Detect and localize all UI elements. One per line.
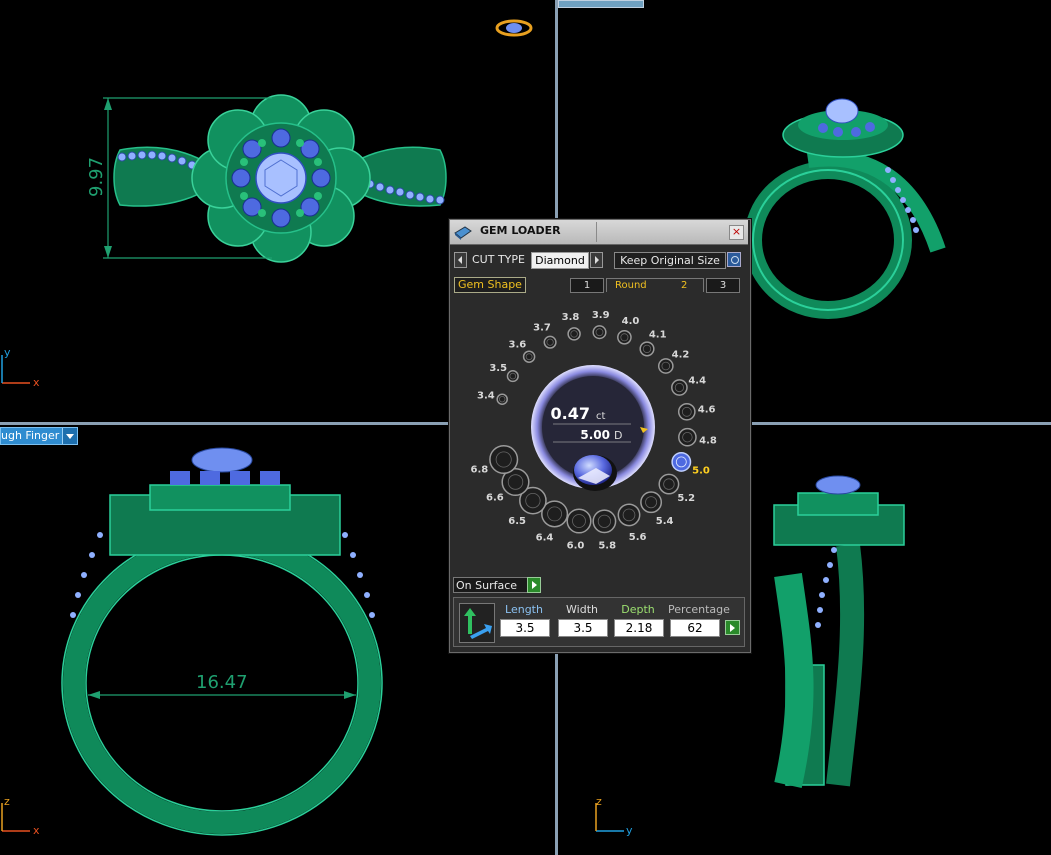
axis-y-label: y	[626, 824, 633, 837]
size-label-6.5: 6.5	[508, 516, 526, 527]
apply-dimensions-button[interactable]	[725, 620, 740, 635]
tab-round-label: Round	[615, 280, 647, 291]
tab-1[interactable]: 1	[570, 278, 604, 293]
on-surface-option[interactable]: On Surface	[453, 577, 541, 593]
size-label-5.8: 5.8	[598, 540, 616, 551]
size-option-4.0[interactable]	[617, 329, 632, 345]
depth-input[interactable]: 2.18	[614, 619, 664, 637]
length-input[interactable]: 3.5	[500, 619, 550, 637]
size-label-5.2: 5.2	[677, 493, 695, 504]
size-label-4.4: 4.4	[688, 375, 706, 386]
size-option-4.1[interactable]	[639, 341, 655, 357]
tab-round[interactable]: Round 2	[606, 278, 704, 292]
gem-loader-icon	[454, 226, 472, 240]
width-input[interactable]: 3.5	[558, 619, 608, 637]
diameter-unit: D	[614, 429, 622, 442]
size-option-3.7[interactable]	[543, 335, 557, 349]
gem-shape-tabs: Gem Shape 1 Round 2 3	[454, 277, 744, 293]
size-label-3.7: 3.7	[533, 322, 551, 333]
size-option-5.8[interactable]	[592, 509, 617, 534]
size-label-3.9: 3.9	[592, 310, 610, 321]
size-option-3.5[interactable]	[506, 370, 519, 383]
size-label-6.0: 6.0	[567, 541, 585, 552]
on-surface-play-button[interactable]	[527, 577, 541, 593]
carat-unit: ct	[596, 411, 605, 422]
gem-loader-panel[interactable]: GEM LOADER × CUT TYPE Diamond Keep Origi…	[449, 219, 751, 653]
cut-type-value[interactable]: Diamond	[531, 252, 589, 269]
axis-z-label: z	[596, 795, 602, 808]
axis-y-label: y	[4, 346, 11, 359]
size-option-3.9[interactable]	[592, 325, 607, 340]
size-label-3.4: 3.4	[477, 390, 495, 401]
dimension-label-height: 9.97	[86, 156, 107, 197]
resize-arrows-icon[interactable]	[459, 603, 495, 643]
gem-loader-titlebar[interactable]: GEM LOADER ×	[450, 220, 748, 245]
depth-label: Depth	[621, 603, 655, 616]
size-option-5.0[interactable]	[671, 451, 692, 472]
dimension-label-diameter: 16.47	[196, 672, 248, 693]
size-label-6.4: 6.4	[536, 533, 554, 544]
size-label-3.5: 3.5	[489, 363, 507, 374]
axis-x-label: x	[33, 376, 40, 389]
tab-round-number: 2	[681, 280, 688, 291]
gem-size-wheel[interactable]: 3.4 3.5 3.6 3.7 3.8 3.9 4.0 4.1 4.2 4.4 4.6 4.8 5.0 5…	[450, 296, 748, 576]
size-option-6.8[interactable]	[489, 444, 519, 475]
percentage-label: Percentage	[668, 603, 730, 616]
size-label-6.8: 6.8	[471, 464, 489, 475]
view-gizmo-icon	[495, 19, 533, 37]
size-label-3.8: 3.8	[562, 312, 580, 323]
titlebar-separator	[596, 222, 597, 242]
cut-type-label: CUT TYPE	[472, 253, 525, 266]
size-label-4.1: 4.1	[649, 329, 667, 340]
cut-type-prev-button[interactable]	[454, 252, 467, 268]
size-label-4.0: 4.0	[622, 316, 640, 327]
size-option-3.6[interactable]	[522, 350, 536, 363]
size-option-4.6[interactable]	[677, 402, 696, 421]
size-option-4.4[interactable]	[671, 379, 688, 396]
size-label-5.0: 5.0	[692, 466, 710, 477]
carat-value: 0.47	[551, 404, 590, 423]
size-label-4.8: 4.8	[699, 436, 717, 447]
size-label-6.6: 6.6	[486, 493, 504, 504]
cut-type-next-button[interactable]	[590, 252, 603, 268]
length-label: Length	[505, 603, 543, 616]
size-option-5.6[interactable]	[617, 503, 641, 527]
round-diamond-icon	[573, 455, 617, 491]
size-label-4.2: 4.2	[672, 350, 690, 361]
size-option-4.2[interactable]	[657, 358, 674, 374]
size-label-3.6: 3.6	[509, 340, 527, 351]
dimension-panel: Length Width Depth Percentage 3.5 3.5 2.…	[453, 597, 745, 647]
percentage-input[interactable]: 62	[670, 619, 720, 637]
size-option-5.2[interactable]	[658, 473, 680, 495]
size-option-4.8[interactable]	[678, 427, 697, 447]
diameter-value: 5.00	[580, 428, 610, 442]
size-label-5.4: 5.4	[656, 516, 674, 527]
size-option-5.4[interactable]	[640, 491, 663, 514]
size-option-6.0[interactable]	[566, 508, 592, 534]
cut-type-row: CUT TYPE Diamond Keep Original Size	[454, 252, 746, 270]
size-option-3.4[interactable]	[496, 393, 508, 405]
width-label: Width	[566, 603, 598, 616]
on-surface-label: On Surface	[456, 579, 518, 592]
keep-original-size-toggle[interactable]	[727, 252, 741, 267]
size-option-3.8[interactable]	[567, 327, 581, 341]
size-label-5.6: 5.6	[629, 532, 647, 543]
axis-x-label: x	[33, 824, 40, 837]
tab-3[interactable]: 3	[706, 278, 740, 293]
keep-original-size-button[interactable]: Keep Original Size	[614, 252, 726, 269]
close-button[interactable]: ×	[729, 225, 744, 240]
gem-shape-label[interactable]: Gem Shape	[454, 277, 526, 293]
size-label-4.6: 4.6	[698, 405, 716, 416]
gem-loader-title: GEM LOADER	[480, 224, 561, 237]
axis-z-label: z	[4, 795, 10, 808]
